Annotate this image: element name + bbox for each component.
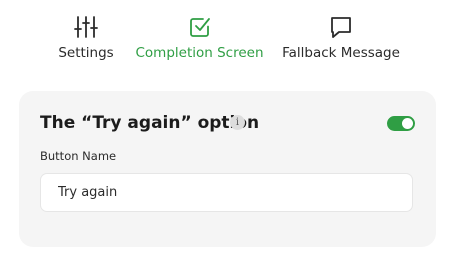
button-name-input[interactable]: [40, 173, 413, 212]
checkbox-icon: [189, 18, 210, 37]
tab-completion-screen-label: Completion Screen: [135, 45, 264, 61]
tab-fallback-message-label: Fallback Message: [282, 45, 400, 61]
toggle-knob: [402, 118, 413, 129]
tab-fallback-message[interactable]: Fallback Message: [282, 14, 400, 61]
button-name-label: Button Name: [40, 149, 117, 163]
card-title: The “Try again” option: [40, 113, 260, 133]
try-again-option-card: The “Try again” option i Button Name: [19, 91, 436, 247]
info-icon[interactable]: i: [230, 115, 245, 130]
try-again-toggle[interactable]: [387, 116, 415, 131]
message-bubble-icon: [331, 17, 351, 38]
tab-settings-label: Settings: [58, 45, 114, 61]
tab-settings[interactable]: Settings: [55, 14, 117, 61]
tab-bar: Settings Completion Screen Fallback Mess…: [0, 0, 453, 80]
sliders-icon: [74, 16, 98, 38]
tab-completion-screen[interactable]: Completion Screen: [135, 14, 264, 61]
